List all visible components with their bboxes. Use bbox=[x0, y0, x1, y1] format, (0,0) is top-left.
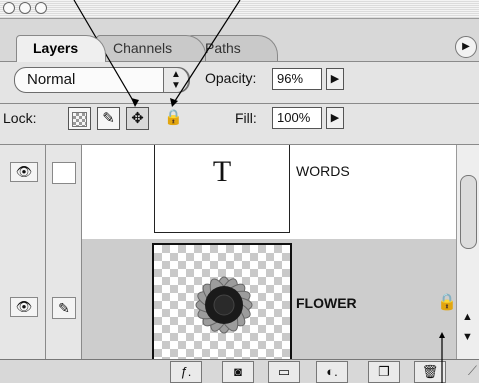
window-titlebar bbox=[0, 0, 479, 19]
trash-icon: 🗑 bbox=[421, 364, 439, 379]
panel-menu-button[interactable]: ▶ bbox=[455, 36, 477, 58]
opacity-slider-button[interactable]: ▶ bbox=[326, 68, 344, 90]
resize-grip-icon[interactable]: ⟋ bbox=[468, 363, 477, 379]
tab-bar: Paths Channels Layers ▶ bbox=[0, 19, 479, 62]
brush-icon: ✎ bbox=[102, 110, 115, 127]
lock-all-button[interactable]: 🔒 bbox=[162, 107, 185, 130]
eye-icon: 👁 bbox=[15, 299, 33, 314]
layer-row-words[interactable]: T WORDS bbox=[82, 145, 456, 239]
scrollbar-thumb[interactable] bbox=[460, 175, 477, 249]
lock-image-button[interactable]: ✎ bbox=[97, 107, 120, 130]
fill-slider-button[interactable]: ▶ bbox=[326, 107, 344, 129]
tab-channels[interactable]: Channels bbox=[96, 35, 206, 61]
folder-icon: ▭ bbox=[277, 364, 291, 379]
move-icon: ✥ bbox=[131, 110, 144, 127]
opacity-input[interactable]: 96% bbox=[272, 68, 322, 90]
layer-name-flower[interactable]: FLOWER bbox=[296, 295, 357, 311]
lock-label: Lock: bbox=[3, 110, 37, 126]
layer-thumbnail-flower bbox=[152, 243, 292, 359]
lock-position-button[interactable]: ✥ bbox=[126, 107, 149, 130]
new-group-button[interactable]: ▭ bbox=[268, 361, 300, 383]
layer-style-button[interactable]: ƒ. bbox=[170, 361, 202, 383]
layer-name-words[interactable]: WORDS bbox=[296, 163, 350, 179]
layer-thumbnail-words: T bbox=[154, 145, 290, 233]
layer-lock-icon: 🔒 bbox=[437, 294, 456, 311]
eye-icon: 👁 bbox=[15, 164, 33, 179]
fill-input[interactable]: 100% bbox=[272, 107, 322, 129]
layers-scrollbar[interactable]: ▲ ▼ bbox=[456, 145, 479, 359]
sunflower-icon bbox=[195, 276, 253, 334]
layer-style-icon: ƒ. bbox=[180, 364, 192, 379]
layer-row-flower[interactable]: FLOWER 🔒 bbox=[82, 239, 456, 359]
visibility-toggle-flower[interactable]: 👁 bbox=[10, 297, 38, 317]
scroll-up-icon[interactable]: ▲ bbox=[462, 311, 473, 323]
checker-icon bbox=[72, 112, 87, 127]
add-mask-button[interactable]: ◙ bbox=[222, 361, 254, 383]
blend-mode-select[interactable]: Normal ▲ ▼ bbox=[14, 67, 190, 93]
layers-list: T WORDS 👁 FLOWER 🔒 👁 ✎ bbox=[0, 145, 456, 359]
new-adjustment-button[interactable]: ◐. bbox=[316, 361, 348, 383]
mask-icon: ◙ bbox=[234, 364, 242, 379]
minimize-window-button[interactable] bbox=[19, 2, 31, 14]
brush-icon: ✎ bbox=[58, 300, 70, 316]
opacity-label: Opacity: bbox=[205, 70, 257, 86]
adjustment-icon: ◐. bbox=[326, 364, 338, 379]
visibility-toggle-words[interactable]: 👁 bbox=[10, 162, 38, 182]
text-layer-icon: T bbox=[212, 155, 232, 188]
new-layer-button[interactable]: ❐ bbox=[368, 361, 400, 383]
paint-toggle-flower[interactable]: ✎ bbox=[52, 297, 76, 319]
tab-layers[interactable]: Layers bbox=[16, 35, 106, 62]
close-window-button[interactable] bbox=[3, 2, 15, 14]
link-toggle-words[interactable] bbox=[52, 162, 76, 184]
delete-layer-button[interactable]: 🗑 bbox=[414, 361, 446, 383]
blend-mode-arrows-icon: ▲ ▼ bbox=[163, 67, 189, 93]
blend-mode-value: Normal bbox=[27, 71, 76, 88]
lock-transparency-button[interactable] bbox=[68, 107, 91, 130]
scroll-down-icon[interactable]: ▼ bbox=[462, 331, 473, 343]
zoom-window-button[interactable] bbox=[35, 2, 47, 14]
fill-label: Fill: bbox=[235, 110, 257, 126]
layers-bottom-toolbar: ƒ. ◙ ▭ ◐. ❐ 🗑 ⟋ bbox=[0, 359, 479, 383]
options-divider bbox=[0, 103, 479, 104]
new-layer-icon: ❐ bbox=[378, 364, 390, 379]
lock-icon: 🔒 bbox=[164, 109, 183, 126]
